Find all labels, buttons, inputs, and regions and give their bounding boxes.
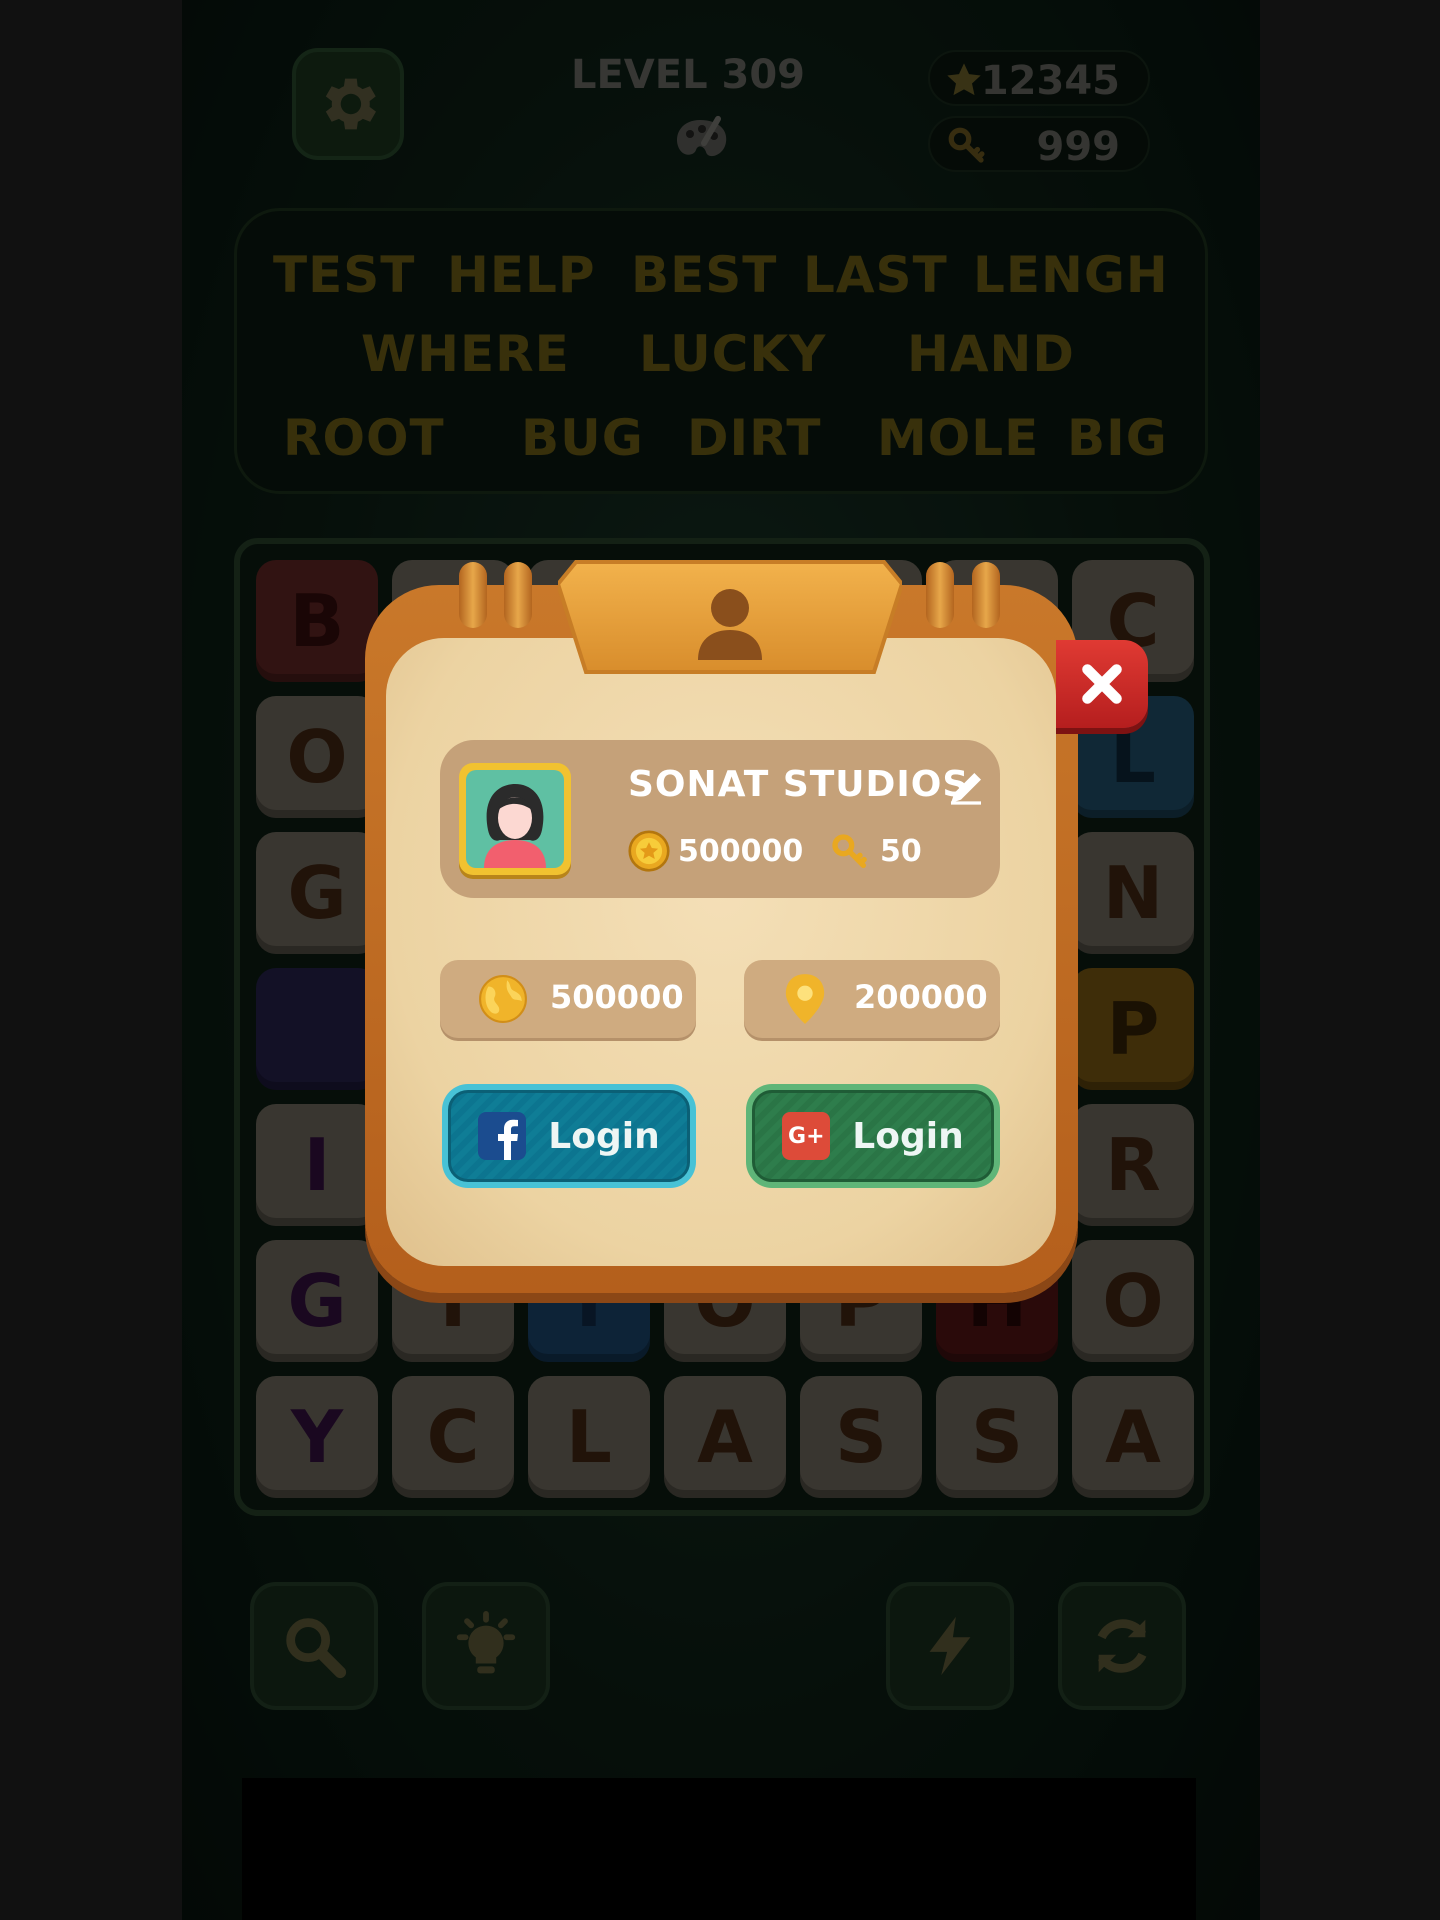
- search-icon: [286, 1618, 347, 1679]
- letter-tile[interactable]: A: [1072, 1376, 1194, 1498]
- facebook-login-label: Login: [548, 1115, 660, 1157]
- lightning-icon: [929, 1616, 971, 1676]
- binder-ring: [459, 562, 487, 628]
- star-icon: [947, 63, 981, 96]
- word-item: BEST: [631, 246, 778, 304]
- letter-tile[interactable]: [256, 968, 378, 1090]
- google-plus-badge: G+: [788, 1123, 825, 1149]
- letter-tile[interactable]: P: [1072, 968, 1194, 1090]
- ad-banner-area: [242, 1778, 1196, 1920]
- letter-tile[interactable]: N: [1072, 832, 1194, 954]
- facebook-icon: [478, 1112, 527, 1160]
- google-login-button[interactable]: G+ Login: [746, 1084, 1000, 1188]
- refresh-button[interactable]: [1058, 1582, 1186, 1710]
- profile-header-tab: [558, 560, 902, 674]
- word-item: BUG: [521, 409, 644, 467]
- letter-tile[interactable]: C: [392, 1376, 514, 1498]
- globe-icon: [479, 975, 527, 1023]
- letter-tile[interactable]: R: [1072, 1104, 1194, 1226]
- word-item: LUCKY: [639, 325, 827, 383]
- letter-tile[interactable]: G: [256, 1240, 378, 1362]
- letter-tile[interactable]: S: [800, 1376, 922, 1498]
- facebook-login-button[interactable]: Login: [442, 1084, 696, 1188]
- keys-value: 999: [1036, 124, 1121, 170]
- stars-counter: 12345: [928, 50, 1150, 106]
- coins-value: 500000: [678, 834, 804, 869]
- edit-pencil-icon[interactable]: [946, 768, 986, 808]
- refresh-icon: [1097, 1619, 1147, 1673]
- binder-ring: [926, 562, 954, 628]
- local-score-value: 200000: [854, 978, 988, 1016]
- letter-tile[interactable]: I: [256, 1104, 378, 1226]
- letter-tile[interactable]: Y: [256, 1376, 378, 1498]
- lightbulb-icon: [456, 1611, 516, 1674]
- lightning-boost-button[interactable]: [886, 1582, 1014, 1710]
- key-icon: [948, 127, 985, 163]
- global-score-value: 500000: [550, 978, 684, 1016]
- global-score-box: 500000: [440, 960, 696, 1038]
- lightbulb-hint-button[interactable]: [422, 1582, 550, 1710]
- search-hint-button[interactable]: [250, 1582, 378, 1710]
- letter-tile[interactable]: B: [256, 560, 378, 682]
- binder-ring: [504, 562, 532, 628]
- keys-counter: 999: [928, 116, 1150, 172]
- binder-ring: [972, 562, 1000, 628]
- word-item: MOLE: [877, 409, 1040, 467]
- google-login-label: Login: [852, 1115, 964, 1157]
- level-title: LEVEL 309: [570, 52, 805, 98]
- coin-icon: [628, 830, 670, 872]
- google-plus-icon: G+: [782, 1112, 831, 1160]
- word-item: HAND: [907, 325, 1075, 383]
- word-item: ROOT: [283, 409, 445, 467]
- key-icon: [832, 834, 867, 868]
- settings-button[interactable]: [292, 48, 404, 160]
- word-item: LAST: [803, 246, 948, 304]
- close-icon: [1082, 664, 1122, 704]
- word-item: BIG: [1067, 409, 1168, 467]
- word-item: TEST: [273, 246, 416, 304]
- close-button[interactable]: [1056, 640, 1148, 728]
- word-list-panel: TEST HELP BEST LAST LENGH WHERE LUCKY HA…: [234, 208, 1208, 494]
- location-pin-icon: [785, 974, 825, 1024]
- word-item: LENGH: [973, 246, 1169, 304]
- word-item: WHERE: [361, 325, 570, 383]
- settings-gear-icon: [325, 78, 376, 130]
- stars-value: 12345: [980, 58, 1120, 104]
- letter-tile[interactable]: L: [528, 1376, 650, 1498]
- letter-tile[interactable]: S: [936, 1376, 1058, 1498]
- palette-icon[interactable]: [670, 112, 730, 168]
- letter-tile[interactable]: G: [256, 832, 378, 954]
- letter-tile[interactable]: O: [256, 696, 378, 818]
- letter-tile[interactable]: O: [1072, 1240, 1194, 1362]
- avatar[interactable]: [459, 763, 571, 875]
- keys-value: 50: [880, 834, 922, 869]
- word-item: DIRT: [687, 409, 822, 467]
- word-item: HELP: [447, 246, 596, 304]
- username: SONAT STUDIOS: [628, 764, 970, 805]
- local-score-box: 200000: [744, 960, 1000, 1038]
- letter-tile[interactable]: A: [664, 1376, 786, 1498]
- female-avatar-icon: [484, 784, 546, 868]
